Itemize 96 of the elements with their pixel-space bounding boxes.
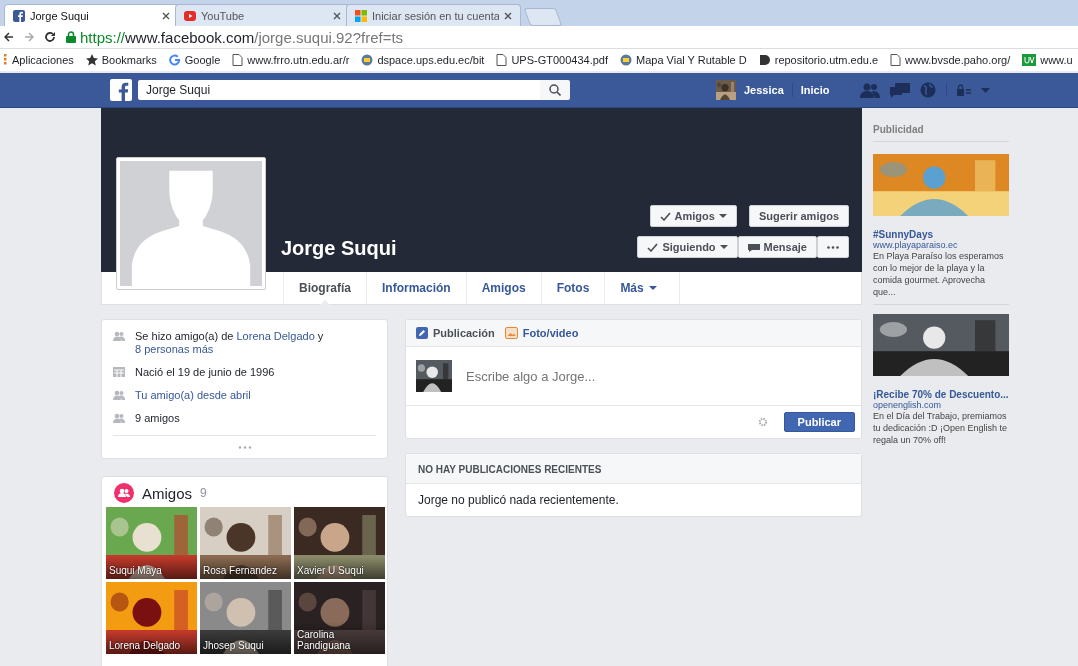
messages-icon[interactable] <box>889 82 910 98</box>
caret-icon <box>719 245 728 249</box>
back-icon[interactable] <box>4 32 14 42</box>
search-field[interactable]: Jorge Suqui <box>144 82 540 98</box>
friend-name[interactable]: Carolina Pandiguana <box>294 621 385 654</box>
bookmark[interactable]: repositorio.utm.edu.e <box>758 54 879 66</box>
intro-text: Tu amigo(a) desde abril <box>135 389 251 402</box>
bookmark[interactable]: Google <box>168 54 221 66</box>
bookmark[interactable]: Mapa Vial Y Rutable D <box>620 54 747 66</box>
search-box[interactable]: Jorge Suqui <box>138 80 540 100</box>
close-icon[interactable] <box>333 11 341 20</box>
pencil-icon <box>416 327 428 339</box>
ellipsis-icon <box>827 245 839 249</box>
ellipsis-icon[interactable] <box>237 445 252 449</box>
friend-name[interactable]: Lorena Delgado <box>106 632 197 654</box>
ads-heading: Publicidad <box>873 124 1009 142</box>
facebook-logo-icon[interactable] <box>110 79 132 101</box>
close-icon[interactable] <box>162 11 170 20</box>
composer-tab[interactable]: Foto/video <box>504 327 579 339</box>
action-button[interactable]: Amigos <box>649 205 737 227</box>
section-heading: NO HAY PUBLICACIONES RECIENTES <box>406 454 861 484</box>
page-icon <box>890 54 902 66</box>
caret-icon[interactable] <box>980 87 990 93</box>
profile-tab[interactable]: Amigos <box>465 272 541 304</box>
uv-logo-icon <box>1022 54 1037 66</box>
caret-icon <box>718 214 727 218</box>
friends-count: 9 <box>200 486 207 500</box>
action-button[interactable]: Sugerir amigos <box>748 205 849 227</box>
post-input[interactable]: Escribe algo a Jorge... <box>464 367 851 385</box>
bookmark[interactable]: dspace.ups.edu.ec/bit <box>361 54 485 66</box>
friends-heading[interactable]: Amigos <box>142 484 193 502</box>
check-icon <box>647 242 659 252</box>
empty-message: Jorge no publicó nada recientemente. <box>417 492 620 509</box>
windows-icon <box>355 9 367 22</box>
ad-title[interactable]: #SunnyDays <box>873 229 1009 240</box>
profile-tab[interactable]: Información <box>366 272 466 304</box>
intro-text: Se hizo amigo(a) de Lorena Delgado y 8 personas más <box>135 330 325 356</box>
profile-tab[interactable]: Más <box>604 272 680 304</box>
globe-icon <box>361 54 374 66</box>
star-icon <box>85 54 98 66</box>
ad-text: En el Día del Trabajo, premiamos tu dedicación :D ¡Open English te regala un 70% off! <box>873 410 1009 446</box>
letter-d-icon <box>758 54 771 66</box>
composer-tab[interactable]: Publicación <box>416 327 495 339</box>
ad-link[interactable]: openenglish.com <box>873 400 1009 410</box>
new-tab-button[interactable] <box>523 8 563 26</box>
home-link[interactable]: Inicio <box>800 84 830 96</box>
profile-tab[interactable]: Fotos <box>540 272 605 304</box>
page-icon <box>496 54 508 66</box>
browser-tab[interactable]: Iniciar sesión en tu cuenta <box>346 4 521 26</box>
friends-icon <box>113 331 125 341</box>
friend-name[interactable]: Suqui Maya <box>106 557 197 579</box>
profile-link[interactable]: 8 personas más <box>135 343 214 355</box>
privacy-lock-icon[interactable] <box>956 84 971 96</box>
friend-name[interactable]: Xavier U Suqui <box>294 557 385 579</box>
globe-icon[interactable] <box>919 82 936 98</box>
page-icon <box>232 54 244 66</box>
close-icon[interactable] <box>504 11 512 20</box>
google-icon <box>168 54 181 66</box>
bookmark[interactable]: UPS-GT000434.pdf <box>496 54 609 66</box>
search-button[interactable] <box>540 80 570 100</box>
profile-name: Jorge Suqui <box>281 237 397 260</box>
reload-icon[interactable] <box>44 31 56 43</box>
ad-title[interactable]: ¡Recibe 70% de Descuento... <box>873 389 1009 400</box>
message-icon <box>747 242 760 252</box>
ad-link[interactable]: www.playaparaiso.ec <box>873 240 1009 250</box>
friends-icon <box>113 413 125 423</box>
check-icon <box>659 211 671 221</box>
lock-icon <box>66 31 76 43</box>
friend-name[interactable]: Jhosep Suqui <box>200 632 291 654</box>
search-icon <box>549 84 561 96</box>
friends-icon <box>113 390 125 400</box>
profile-link[interactable]: Jessica <box>744 84 784 96</box>
friend-name[interactable]: Rosa Fernandez <box>200 557 291 579</box>
friends-badge-icon <box>114 483 134 503</box>
profile-link[interactable]: Lorena Delgado <box>236 330 315 342</box>
calendar-icon <box>113 367 125 377</box>
bookmark[interactable]: Aplicaciones <box>4 54 74 66</box>
action-button[interactable]: Siguiendo <box>637 236 738 258</box>
publish-button[interactable]: Publicar <box>783 412 855 432</box>
friend-requests-icon[interactable] <box>859 82 880 98</box>
apps-icon <box>4 54 8 66</box>
play-icon <box>184 9 196 22</box>
ad-text: En Playa Paraíso los esperamos con lo mejor de la playa y la comida gourmet. Aprovecha que... <box>873 250 1005 298</box>
forward-icon[interactable] <box>24 32 34 42</box>
profile-tab[interactable]: Biografía <box>283 272 366 304</box>
globe-icon <box>620 54 633 66</box>
bookmark[interactable]: www.bvsde.paho.org/ <box>890 54 1011 66</box>
bookmark[interactable]: www.u <box>1022 54 1073 66</box>
bookmark[interactable]: www.frro.utn.edu.ar/r <box>232 54 350 66</box>
more-button[interactable] <box>817 236 849 258</box>
intro-text: 9 amigos <box>135 412 180 425</box>
action-button[interactable]: Mensaje <box>737 236 817 258</box>
facebook-icon <box>13 9 25 22</box>
photo-icon <box>504 327 518 339</box>
bookmark[interactable]: Bookmarks <box>85 54 157 66</box>
intro-text: Nació el 19 de junio de 1996 <box>135 366 275 379</box>
